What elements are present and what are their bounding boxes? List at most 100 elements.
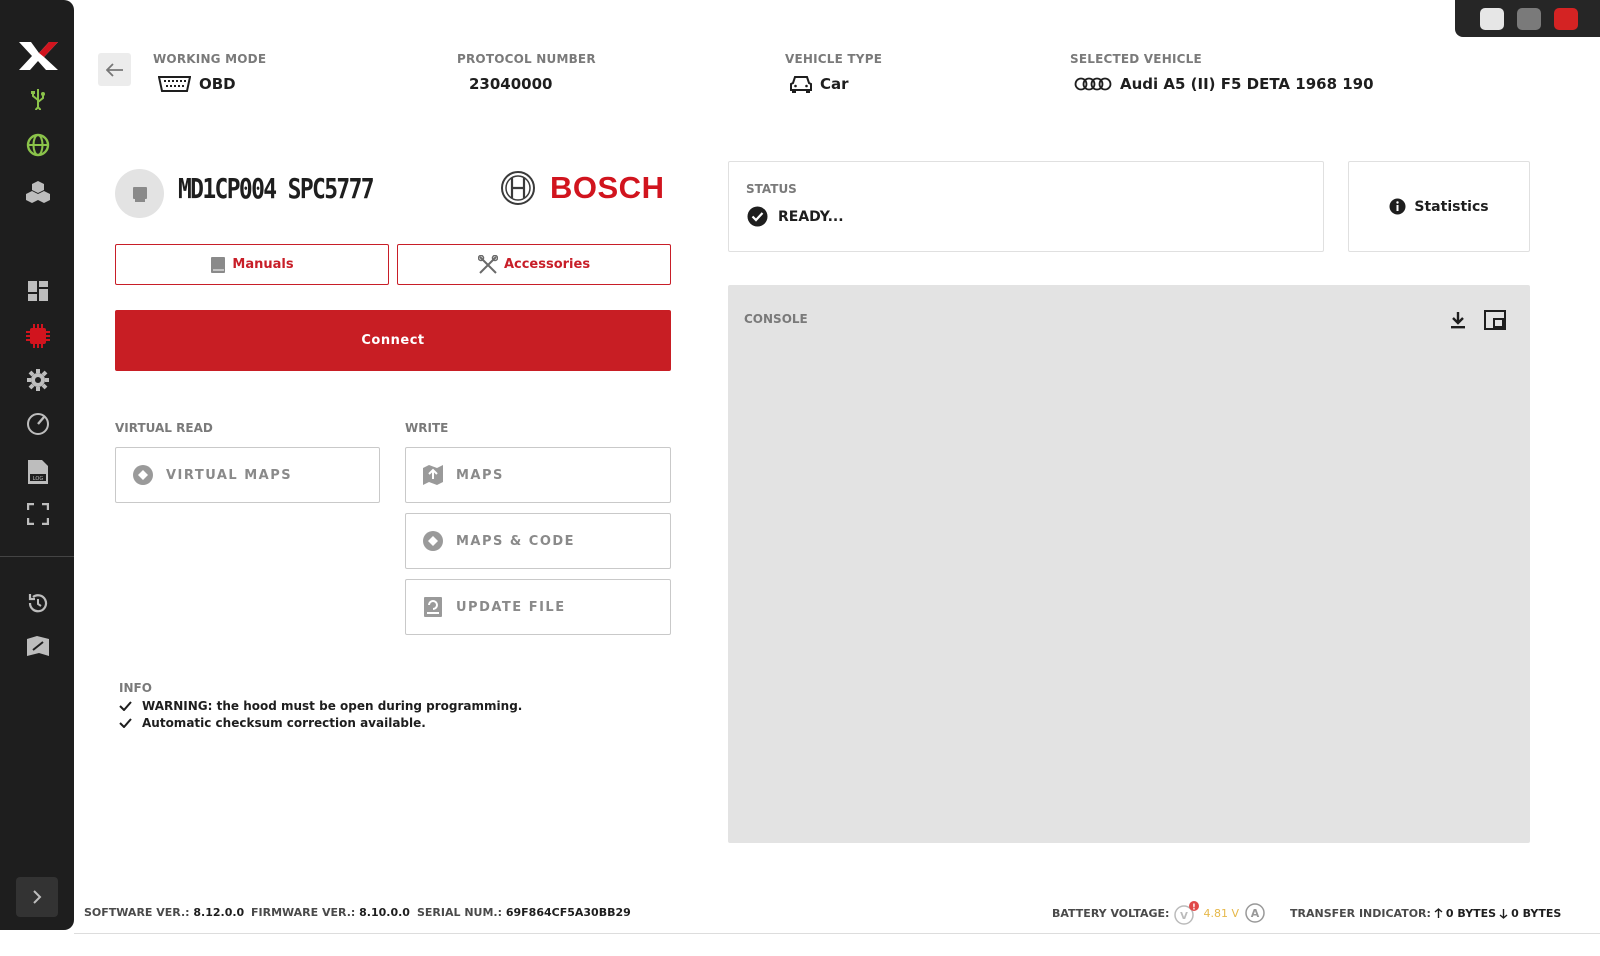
tools-icon <box>477 254 498 274</box>
chevron-right-icon <box>33 890 42 904</box>
arrow-down-icon <box>1499 909 1508 919</box>
console-label: CONSOLE <box>744 312 808 326</box>
info-line-checksum: Automatic checksum correction available. <box>119 716 426 730</box>
sidebar-expand-button[interactable] <box>16 877 58 917</box>
update-file-label: UPDATE FILE <box>456 599 566 615</box>
obd-connector-icon <box>158 76 191 92</box>
arrow-left-icon <box>105 62 123 77</box>
battery-voltage: BATTERY VOLTAGE: V! 4.81 V A <box>1052 900 1267 926</box>
flag-icon[interactable] <box>24 632 52 660</box>
close-button[interactable] <box>1554 7 1578 30</box>
working-mode: WORKING MODE OBD <box>153 52 266 93</box>
write-maps-label: MAPS <box>456 467 504 483</box>
info-warning-text: WARNING: the hood must be open during pr… <box>142 699 523 713</box>
virtual-maps-label: VIRTUAL MAPS <box>166 467 293 483</box>
sidebar-divider <box>0 556 74 557</box>
picture-in-picture-icon <box>1484 310 1506 330</box>
svg-text:!: ! <box>1193 903 1197 912</box>
vehicle-type: VEHICLE TYPE Car <box>785 52 882 93</box>
selected-vehicle-label: SELECTED VEHICLE <box>1070 52 1202 66</box>
fullscreen-icon[interactable] <box>24 500 52 528</box>
check-icon <box>119 718 132 728</box>
info-line-warning: WARNING: the hood must be open during pr… <box>119 699 522 713</box>
serial-value: 69F864CF5A30BB29 <box>505 906 631 919</box>
write-label: WRITE <box>405 421 449 435</box>
bottom-divider <box>74 933 1600 934</box>
globe-icon[interactable] <box>24 131 52 159</box>
maps-code-label: MAPS & CODE <box>456 533 576 549</box>
protocol-value: 23040000 <box>469 75 553 93</box>
transfer-label: TRANSFER INDICATOR: <box>1290 907 1431 920</box>
console-download-button[interactable] <box>1448 309 1468 331</box>
audi-rings-icon <box>1074 77 1112 91</box>
bosch-armature-icon <box>501 171 535 205</box>
virtual-read-label: VIRTUAL READ <box>115 421 213 435</box>
statistics-label: Statistics <box>1414 198 1489 215</box>
update-file-button[interactable]: UPDATE FILE <box>405 579 671 635</box>
gauge-icon[interactable] <box>24 410 52 438</box>
back-button[interactable] <box>98 53 131 86</box>
arrow-up-icon <box>1434 908 1443 918</box>
serial-number: SERIAL NUM.: 69F864CF5A30BB29 <box>417 906 631 919</box>
chip-icon[interactable] <box>24 322 52 350</box>
dashboard-icon[interactable] <box>24 277 52 305</box>
protocol-label: PROTOCOL NUMBER <box>457 52 596 66</box>
svg-text:V: V <box>1181 911 1189 922</box>
log-file-icon[interactable]: LOG <box>24 458 52 486</box>
info-icon <box>1389 198 1406 215</box>
software-value: 8.12.0.0 <box>193 906 245 919</box>
virtual-maps-button[interactable]: VIRTUAL MAPS <box>115 447 380 503</box>
cubes-icon[interactable] <box>24 178 52 206</box>
battery-label: BATTERY VOLTAGE: <box>1052 906 1170 920</box>
car-icon <box>790 76 812 93</box>
battery-value: 4.81 V <box>1203 906 1239 920</box>
minimize-button[interactable] <box>1480 7 1504 30</box>
software-label: SOFTWARE VER.: <box>84 906 190 919</box>
serial-label: SERIAL NUM.: <box>417 906 503 919</box>
working-mode-value: OBD <box>199 75 236 93</box>
vehicle-type-value: Car <box>820 75 849 93</box>
brand-name: BOSCH <box>550 170 665 205</box>
console-panel: CONSOLE <box>728 285 1530 843</box>
firmware-value: 8.10.0.0 <box>359 906 410 919</box>
gear-icon[interactable] <box>24 366 52 394</box>
firmware-label: FIRMWARE VER.: <box>251 906 356 919</box>
connect-button[interactable]: Connect <box>115 310 671 371</box>
write-maps-button[interactable]: MAPS <box>405 447 671 503</box>
selected-vehicle-value: Audi A5 (II) F5 DETA 1968 190 <box>1120 75 1374 93</box>
status-panel: STATUS READY... <box>728 161 1324 252</box>
check-icon <box>119 701 132 711</box>
book-icon <box>211 256 226 273</box>
download-icon <box>1451 312 1465 329</box>
check-circle-icon <box>747 206 768 227</box>
svg-text:LOG: LOG <box>33 476 44 482</box>
update-file-icon <box>424 597 442 617</box>
diamond-circle-icon <box>423 531 443 551</box>
svg-text:A: A <box>1251 907 1260 920</box>
ecu-name: MD1CP004 SPC5777 <box>178 172 375 205</box>
usb-icon[interactable] <box>24 85 52 113</box>
accessories-button[interactable]: Accessories <box>397 244 671 285</box>
diamond-circle-icon <box>133 465 153 485</box>
transfer-indicator: TRANSFER INDICATOR: 0 BYTES 0 BYTES <box>1290 907 1561 920</box>
x-logo[interactable] <box>17 40 59 72</box>
download-value: 0 BYTES <box>1511 907 1562 920</box>
statistics-button[interactable]: Statistics <box>1348 161 1530 252</box>
maps-code-button[interactable]: MAPS & CODE <box>405 513 671 569</box>
working-mode-label: WORKING MODE <box>153 52 267 66</box>
selected-vehicle: SELECTED VEHICLE Audi A5 (II) F5 DETA 19… <box>1070 52 1374 93</box>
console-popout-button[interactable] <box>1483 309 1507 331</box>
ecu-icon <box>132 186 147 202</box>
software-version: SOFTWARE VER.: 8.12.0.0 <box>84 906 244 919</box>
connect-label: Connect <box>361 333 425 348</box>
sidebar: LOG <box>0 0 74 930</box>
upload-value: 0 BYTES <box>1445 907 1497 920</box>
protocol-number: PROTOCOL NUMBER 23040000 <box>457 52 596 93</box>
manuals-button[interactable]: Manuals <box>115 244 389 285</box>
history-icon[interactable] <box>24 589 52 617</box>
firmware-version: FIRMWARE VER.: 8.10.0.0 <box>251 906 410 919</box>
ampere-icon: A <box>1245 903 1265 923</box>
status-row: READY... <box>747 206 844 227</box>
maximize-button[interactable] <box>1517 7 1541 30</box>
map-upload-icon <box>423 465 443 485</box>
